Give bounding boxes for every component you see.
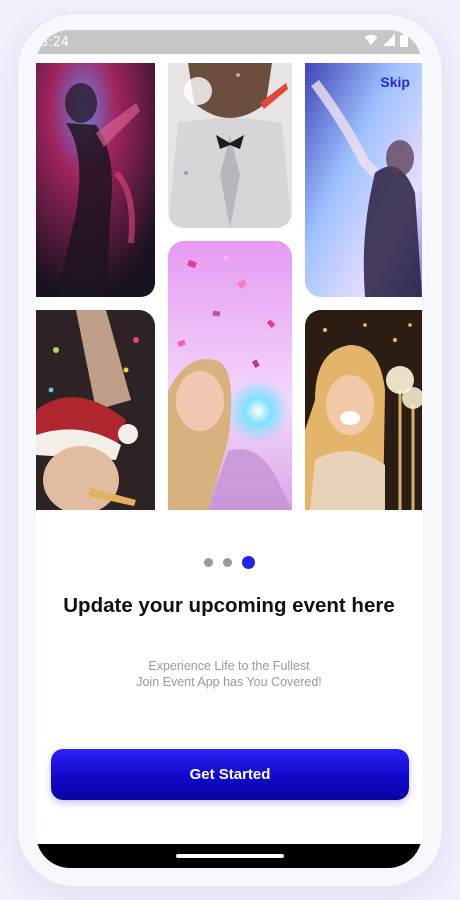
status-icons bbox=[364, 33, 408, 51]
onboarding-subtitle-line1: Experience Life to the Fullest bbox=[148, 659, 310, 673]
get-started-button[interactable]: Get Started bbox=[51, 749, 409, 800]
confetti-woman-photo bbox=[168, 241, 292, 510]
sparkler-woman-photo bbox=[305, 310, 422, 510]
skip-button[interactable]: Skip bbox=[380, 74, 410, 90]
navigation-bar bbox=[36, 844, 422, 868]
onboarding-screen: 3:24 Skip Update your upcoming event her… bbox=[36, 30, 422, 868]
page-dot-3-active[interactable] bbox=[241, 556, 255, 569]
page-dot-1[interactable] bbox=[203, 558, 213, 567]
battery-icon bbox=[400, 33, 408, 51]
page-indicator bbox=[36, 556, 422, 569]
status-time: 3:24 bbox=[40, 34, 70, 50]
onboarding-title: Update your upcoming event here bbox=[63, 594, 395, 617]
onboarding-subtitle-line2: Join Event App has You Covered! bbox=[136, 675, 322, 689]
blue-light-dancer-photo bbox=[305, 63, 422, 297]
party-horn-man-photo bbox=[168, 63, 292, 228]
santa-hat-woman-photo bbox=[36, 310, 155, 510]
cellular-signal-icon bbox=[383, 34, 395, 50]
club-dancer-photo bbox=[36, 63, 155, 297]
page-dot-2[interactable] bbox=[222, 558, 232, 567]
home-indicator[interactable] bbox=[176, 854, 284, 858]
status-bar: 3:24 bbox=[36, 30, 422, 54]
wifi-icon bbox=[364, 34, 378, 50]
